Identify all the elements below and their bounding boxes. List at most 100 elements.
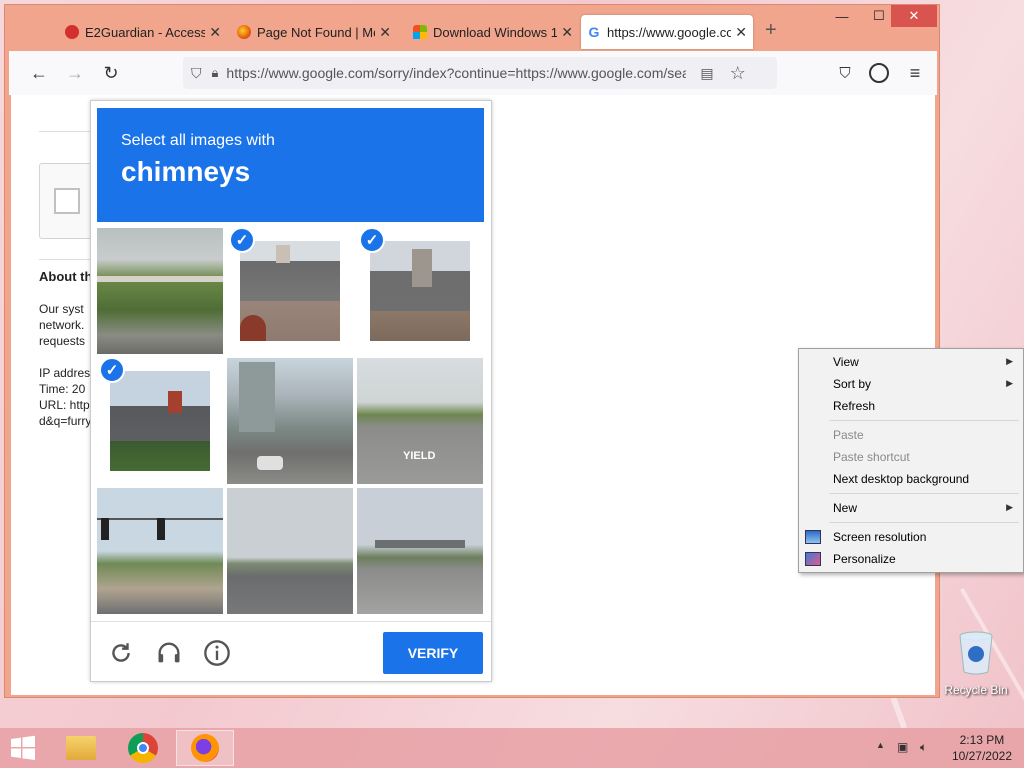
- recycle-bin-icon: [959, 631, 993, 675]
- menu-item-label: Personalize: [833, 552, 896, 566]
- account-icon[interactable]: [863, 57, 895, 89]
- captcha-footer-divider: [91, 621, 491, 622]
- screen-resolution-icon: [805, 530, 821, 544]
- menu-item-label: Paste shortcut: [833, 450, 910, 464]
- system-clock[interactable]: 2:13 PM 10/27/2022: [952, 732, 1012, 764]
- pocket-icon[interactable]: ⛉: [829, 57, 861, 89]
- volume-icon[interactable]: 🔈︎: [920, 740, 927, 755]
- desktop-context-menu: View ▶ Sort by ▶ Refresh Paste Paste sho…: [798, 348, 1024, 573]
- house-chimney-image: [240, 241, 340, 341]
- selected-check-icon: ✓: [359, 227, 385, 253]
- captcha-tile-7[interactable]: [97, 488, 223, 614]
- menu-item-label: Paste: [833, 428, 864, 442]
- menu-item-label: New: [833, 501, 858, 515]
- minimize-button[interactable]: —: [819, 5, 865, 27]
- maximize-button[interactable]: ☐: [865, 5, 893, 27]
- tab-label: Download Windows 11: [433, 24, 558, 40]
- close-window-button[interactable]: ✕: [891, 5, 937, 27]
- captcha-tile-5[interactable]: [227, 358, 353, 484]
- captcha-tile-8[interactable]: [227, 488, 353, 614]
- tab-page-not-found[interactable]: Page Not Found | Moz ✕: [231, 15, 397, 49]
- road-yield-image: YIELD: [357, 358, 483, 484]
- captcha-tile-1[interactable]: [97, 228, 223, 354]
- captcha-tile-6[interactable]: YIELD: [357, 358, 483, 484]
- page-text-line: requests: [39, 334, 86, 348]
- folder-icon: [66, 736, 96, 760]
- bookmark-star-icon[interactable]: ☆: [730, 63, 746, 84]
- menu-icon[interactable]: ≡: [899, 57, 931, 89]
- reload-button[interactable]: ↻: [95, 57, 127, 89]
- house-chimney-image: [110, 371, 210, 471]
- close-tab-icon[interactable]: ✕: [735, 24, 747, 41]
- page-text-line: Our syst: [39, 302, 84, 316]
- menu-item-refresh[interactable]: Refresh: [833, 397, 875, 415]
- shield-icon[interactable]: ⛉: [191, 65, 202, 82]
- address-bar[interactable]: ⛉ 🔒︎ https://www.google.com/sorry/index?…: [183, 57, 777, 89]
- menu-item-paste[interactable]: Paste: [833, 426, 864, 444]
- recycle-bin-label: Recycle Bin: [944, 683, 1008, 697]
- menu-item-view[interactable]: View: [833, 353, 859, 371]
- tab-label: E2Guardian - Access D: [85, 24, 206, 40]
- about-heading: About th: [39, 269, 93, 284]
- submenu-arrow-icon: ▶: [1006, 502, 1013, 512]
- menu-item-personalize[interactable]: Personalize: [833, 550, 896, 568]
- clock-time: 2:13 PM: [959, 733, 1005, 747]
- submenu-arrow-icon: ▶: [1006, 378, 1013, 388]
- google-icon: G: [588, 24, 600, 40]
- menu-item-label: View: [833, 355, 859, 369]
- menu-item-screen-resolution[interactable]: Screen resolution: [833, 528, 926, 546]
- tab-e2guardian[interactable]: E2Guardian - Access D ✕: [59, 15, 227, 49]
- traffic-lights-image: [97, 488, 223, 614]
- close-tab-icon[interactable]: ✕: [379, 24, 391, 41]
- taskbar-firefox[interactable]: [176, 730, 234, 766]
- tab-label: Page Not Found | Moz: [257, 24, 376, 40]
- tab-download-windows[interactable]: Download Windows 11 ✕: [407, 15, 579, 49]
- clock-date: 10/27/2022: [951, 749, 1012, 763]
- e2guardian-icon: [65, 25, 79, 39]
- reader-view-icon[interactable]: ▤: [700, 65, 713, 82]
- house-chimney-image: [370, 241, 470, 341]
- highway-bridge-image: [97, 228, 223, 354]
- menu-item-label: Refresh: [833, 399, 876, 413]
- tab-bar: E2Guardian - Access D ✕ Page Not Found |…: [5, 5, 939, 49]
- menu-separator: [829, 493, 1019, 494]
- menu-separator: [829, 420, 1019, 421]
- page-text-line: network.: [39, 318, 85, 332]
- recycle-bin-shortcut[interactable]: Recycle Bin: [944, 630, 1008, 697]
- selected-check-icon: ✓: [99, 357, 125, 383]
- close-tab-icon[interactable]: ✕: [561, 24, 573, 41]
- start-button[interactable]: [0, 730, 46, 766]
- menu-item-new[interactable]: New: [833, 499, 857, 517]
- audio-challenge-icon[interactable]: [153, 637, 185, 669]
- reload-challenge-icon[interactable]: [105, 637, 137, 669]
- menu-item-paste-shortcut[interactable]: Paste shortcut: [833, 448, 910, 466]
- url-info-text: URL: http: [39, 398, 90, 412]
- personalize-icon: [805, 552, 821, 566]
- selected-check-icon: ✓: [229, 227, 255, 253]
- taskbar-file-explorer[interactable]: [52, 730, 110, 766]
- lock-icon[interactable]: 🔒︎: [212, 65, 219, 81]
- info-icon[interactable]: [201, 637, 233, 669]
- network-icon[interactable]: ▣: [897, 740, 908, 754]
- captcha-tile-9[interactable]: [357, 488, 483, 614]
- new-tab-button[interactable]: +: [765, 19, 777, 42]
- navigation-bar: ← → ↻ ⛉ 🔒︎ https://www.google.com/sorry/…: [9, 51, 937, 95]
- query-text: d&q=furry: [39, 414, 92, 428]
- close-tab-icon[interactable]: ✕: [209, 24, 221, 41]
- captcha-instruction: Select all images with: [121, 132, 275, 149]
- highway-image: [227, 488, 353, 614]
- tab-google[interactable]: G https://www.google.co ✕: [581, 15, 753, 49]
- taskbar: ▲ ▣ 🔈︎ 2:13 PM 10/27/2022: [0, 728, 1024, 768]
- city-street-image: [227, 358, 353, 484]
- show-hidden-icons[interactable]: ▲: [876, 740, 885, 750]
- menu-item-label: Next desktop background: [833, 472, 970, 486]
- menu-item-sort-by[interactable]: Sort by: [833, 375, 871, 393]
- url-text[interactable]: https://www.google.com/sorry/index?conti…: [226, 65, 686, 81]
- taskbar-chrome[interactable]: [114, 730, 172, 766]
- recaptcha-checkbox[interactable]: [54, 188, 80, 214]
- menu-item-label: Screen resolution: [833, 530, 927, 544]
- verify-button[interactable]: VERIFY: [383, 632, 483, 674]
- menu-item-next-desktop-background[interactable]: Next desktop background: [833, 470, 969, 488]
- back-button[interactable]: ←: [23, 57, 55, 89]
- forward-button[interactable]: →: [59, 57, 91, 89]
